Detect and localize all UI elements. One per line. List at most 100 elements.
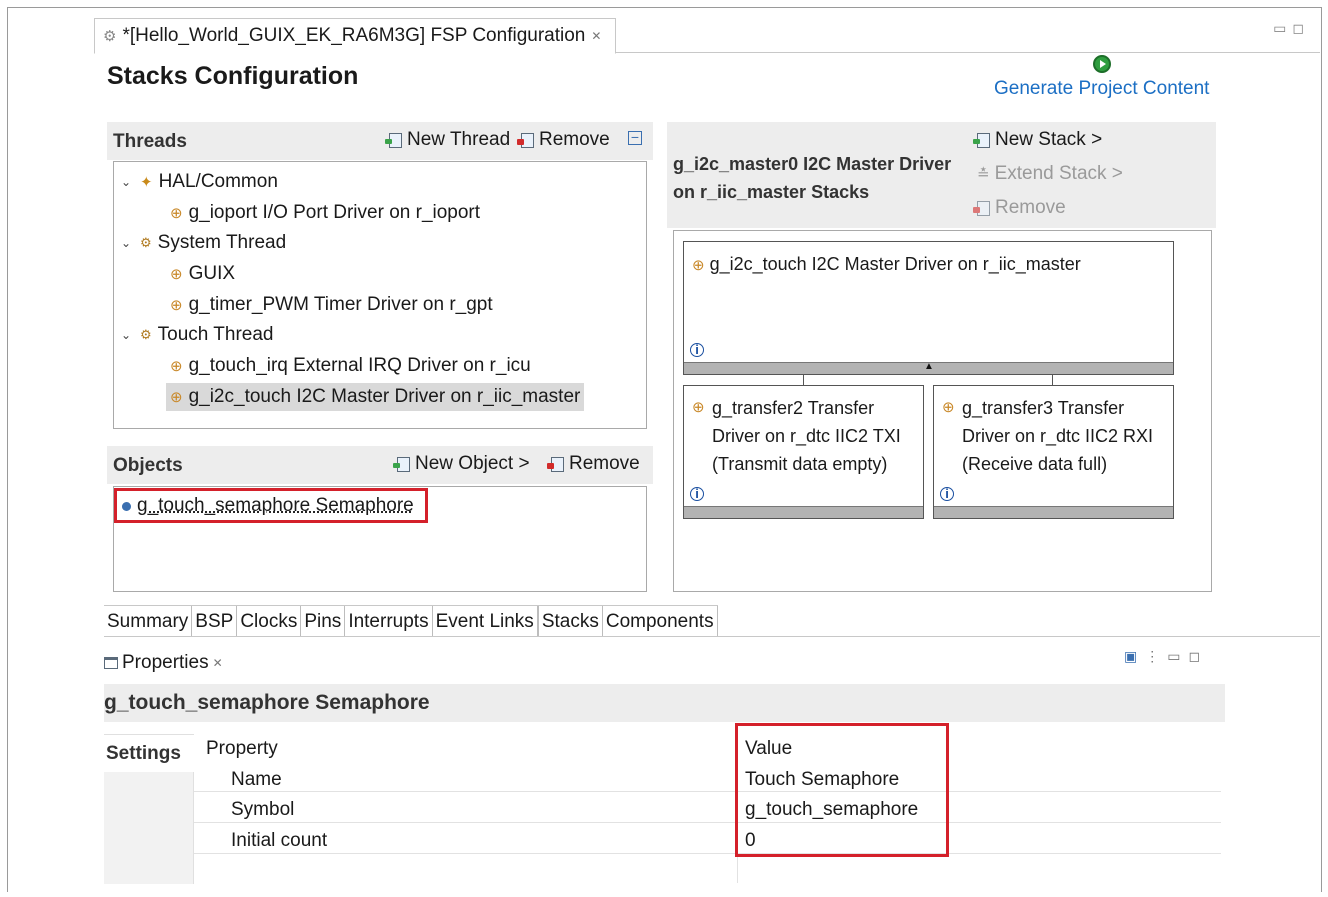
remove-stack-button[interactable]: Remove: [973, 197, 1066, 219]
row-divider: [194, 791, 1221, 792]
objects-header: Objects New Object > Remove: [107, 446, 653, 484]
tab-interrupts[interactable]: Interrupts: [345, 606, 433, 637]
editor-tab[interactable]: ⚙ *[Hello_World_GUIX_EK_RA6M3G] FSP Conf…: [94, 18, 617, 54]
page-title: Stacks Configuration: [107, 62, 359, 90]
properties-icon: [104, 657, 118, 669]
minimize-icon[interactable]: ▭: [1273, 20, 1292, 36]
component-icon: ⊕: [170, 389, 183, 406]
component-icon: ⊕: [942, 399, 955, 416]
extend-stack-button[interactable]: ≛ Extend Stack >: [977, 163, 1123, 185]
generate-project-content-link[interactable]: Generate Project Content: [994, 78, 1209, 100]
chevron-down-icon[interactable]: ⌄: [118, 236, 134, 250]
component-icon: ⊕: [170, 297, 183, 314]
close-icon[interactable]: ✕: [213, 656, 223, 670]
minimize-icon[interactable]: ▭: [1167, 648, 1188, 664]
tree-item-g-i2c-touch[interactable]: ⊕ g_i2c_touch I2C Master Driver on r_iic…: [166, 383, 585, 411]
threads-tree: ⌄ ✦ HAL/Common ⊕ g_ioport I/O Port Drive…: [113, 161, 647, 429]
settings-side-tab[interactable]: Settings: [104, 734, 194, 772]
stack-module-g-transfer3[interactable]: ⊕ g_transfer3 Transfer Driver on r_dtc I…: [933, 385, 1174, 519]
connector-line: [803, 375, 804, 385]
properties-toolbar: ▣⋮▭◻: [1124, 648, 1208, 665]
window-controls: ▭◻: [1273, 20, 1310, 37]
remove-icon: [547, 456, 564, 472]
remove-icon: [517, 132, 534, 148]
stack-module-g-i2c-touch[interactable]: ⊕ g_i2c_touch I2C Master Driver on r_iic…: [683, 241, 1174, 375]
config-gear-icon: ⚙: [103, 28, 117, 45]
remove-object-button[interactable]: Remove: [547, 453, 640, 475]
tree-item-g-ioport[interactable]: ⊕ g_ioport I/O Port Driver on r_ioport: [170, 202, 480, 224]
tree-item-hal-common[interactable]: ⌄ ✦ HAL/Common: [118, 171, 278, 193]
thread-gear-icon: ⚙: [140, 235, 152, 250]
tab-components[interactable]: Components: [603, 606, 718, 637]
property-name-label: Name: [231, 769, 282, 790]
properties-view-tab[interactable]: Properties ✕: [104, 652, 223, 674]
new-thread-button[interactable]: New Thread: [385, 129, 510, 151]
tree-item-system-thread[interactable]: ⌄ ⚙ System Thread: [118, 232, 286, 254]
tab-event-links[interactable]: Event Links: [433, 606, 538, 637]
selection-title: g_touch_semaphore Semaphore: [104, 691, 430, 714]
stack-bar: [684, 506, 923, 518]
connector-line: [1052, 375, 1053, 385]
property-table: Property Value Name Touch Semaphore Symb…: [194, 733, 1221, 883]
new-stack-icon: [973, 132, 990, 148]
tab-stacks[interactable]: Stacks: [537, 606, 603, 637]
component-icon: ⊕: [692, 257, 705, 274]
new-object-icon: [393, 456, 410, 472]
tree-item-guix[interactable]: ⊕ GUIX: [170, 263, 235, 285]
hal-icon: ✦: [140, 174, 153, 191]
info-icon[interactable]: i: [690, 343, 704, 357]
tree-item-g-touch-irq[interactable]: ⊕ g_touch_irq External IRQ Driver on r_i…: [170, 355, 531, 377]
component-icon: ⊕: [170, 266, 183, 283]
stacks-title: g_i2c_master0 I2C Master Driver on r_iic…: [673, 154, 952, 202]
stacks-canvas: ⊕ g_i2c_touch I2C Master Driver on r_iic…: [673, 230, 1212, 592]
component-icon: ⊕: [170, 358, 183, 375]
collapse-all-icon[interactable]: −: [628, 130, 642, 145]
tab-pins[interactable]: Pins: [301, 606, 346, 637]
tree-item-touch-thread[interactable]: ⌄ ⚙ Touch Thread: [118, 324, 274, 346]
component-icon: ⊕: [170, 205, 183, 222]
info-icon[interactable]: i: [690, 487, 704, 501]
threads-header: Threads New Thread Remove −: [107, 122, 653, 160]
view-menu-icon[interactable]: ⋮: [1145, 648, 1167, 664]
extend-stack-icon: ≛: [977, 166, 990, 183]
maximize-icon[interactable]: ◻: [1292, 20, 1310, 36]
threads-title: Threads: [113, 131, 187, 152]
maximize-icon[interactable]: ◻: [1188, 648, 1208, 664]
highlight-box: [114, 488, 428, 523]
stacks-header: g_i2c_master0 I2C Master Driver on r_iic…: [667, 122, 1216, 228]
new-stack-button[interactable]: New Stack >: [973, 129, 1102, 151]
chevron-down-icon[interactable]: ⌄: [118, 328, 134, 342]
new-object-button[interactable]: New Object >: [393, 453, 530, 475]
highlight-box: [735, 723, 949, 857]
column-header-property: Property: [206, 738, 278, 759]
remove-thread-button[interactable]: Remove: [517, 129, 610, 151]
editor-tab-title: *[Hello_World_GUIX_EK_RA6M3G] FSP Config…: [122, 25, 586, 46]
pin-view-icon[interactable]: ▣: [1124, 648, 1145, 664]
editor-tabbar: ⚙ *[Hello_World_GUIX_EK_RA6M3G] FSP Conf…: [94, 10, 1320, 54]
info-icon[interactable]: i: [940, 487, 954, 501]
settings-side-column: [104, 772, 194, 884]
stack-collapse-bar[interactable]: ▲: [684, 361, 1173, 374]
tabs-divider: [104, 636, 1320, 637]
new-thread-icon: [385, 132, 402, 148]
property-initial-count-label: Initial count: [231, 830, 328, 851]
remove-icon: [973, 200, 990, 216]
property-symbol-label: Symbol: [231, 799, 295, 820]
triangle-up-icon: ▲: [924, 361, 934, 372]
tab-bsp[interactable]: BSP: [192, 606, 238, 637]
component-icon: ⊕: [692, 399, 705, 416]
configuration-tabs: Summary BSP Clocks Pins Interrupts Event…: [104, 605, 718, 637]
row-divider: [194, 853, 1221, 854]
stack-bar: [934, 506, 1173, 518]
objects-title: Objects: [113, 455, 183, 476]
properties-title-bar: g_touch_semaphore Semaphore: [104, 684, 1225, 722]
tree-item-g-timer-pwm[interactable]: ⊕ g_timer_PWM Timer Driver on r_gpt: [170, 294, 493, 316]
stack-module-g-transfer2[interactable]: ⊕ g_transfer2 Transfer Driver on r_dtc I…: [683, 385, 924, 519]
tab-summary[interactable]: Summary: [104, 606, 193, 637]
generate-icon[interactable]: [1093, 55, 1111, 73]
row-divider: [194, 822, 1221, 823]
close-icon[interactable]: ✕: [591, 29, 601, 43]
chevron-down-icon[interactable]: ⌄: [118, 175, 134, 189]
tab-clocks[interactable]: Clocks: [237, 606, 302, 637]
thread-gear-icon: ⚙: [140, 327, 152, 342]
